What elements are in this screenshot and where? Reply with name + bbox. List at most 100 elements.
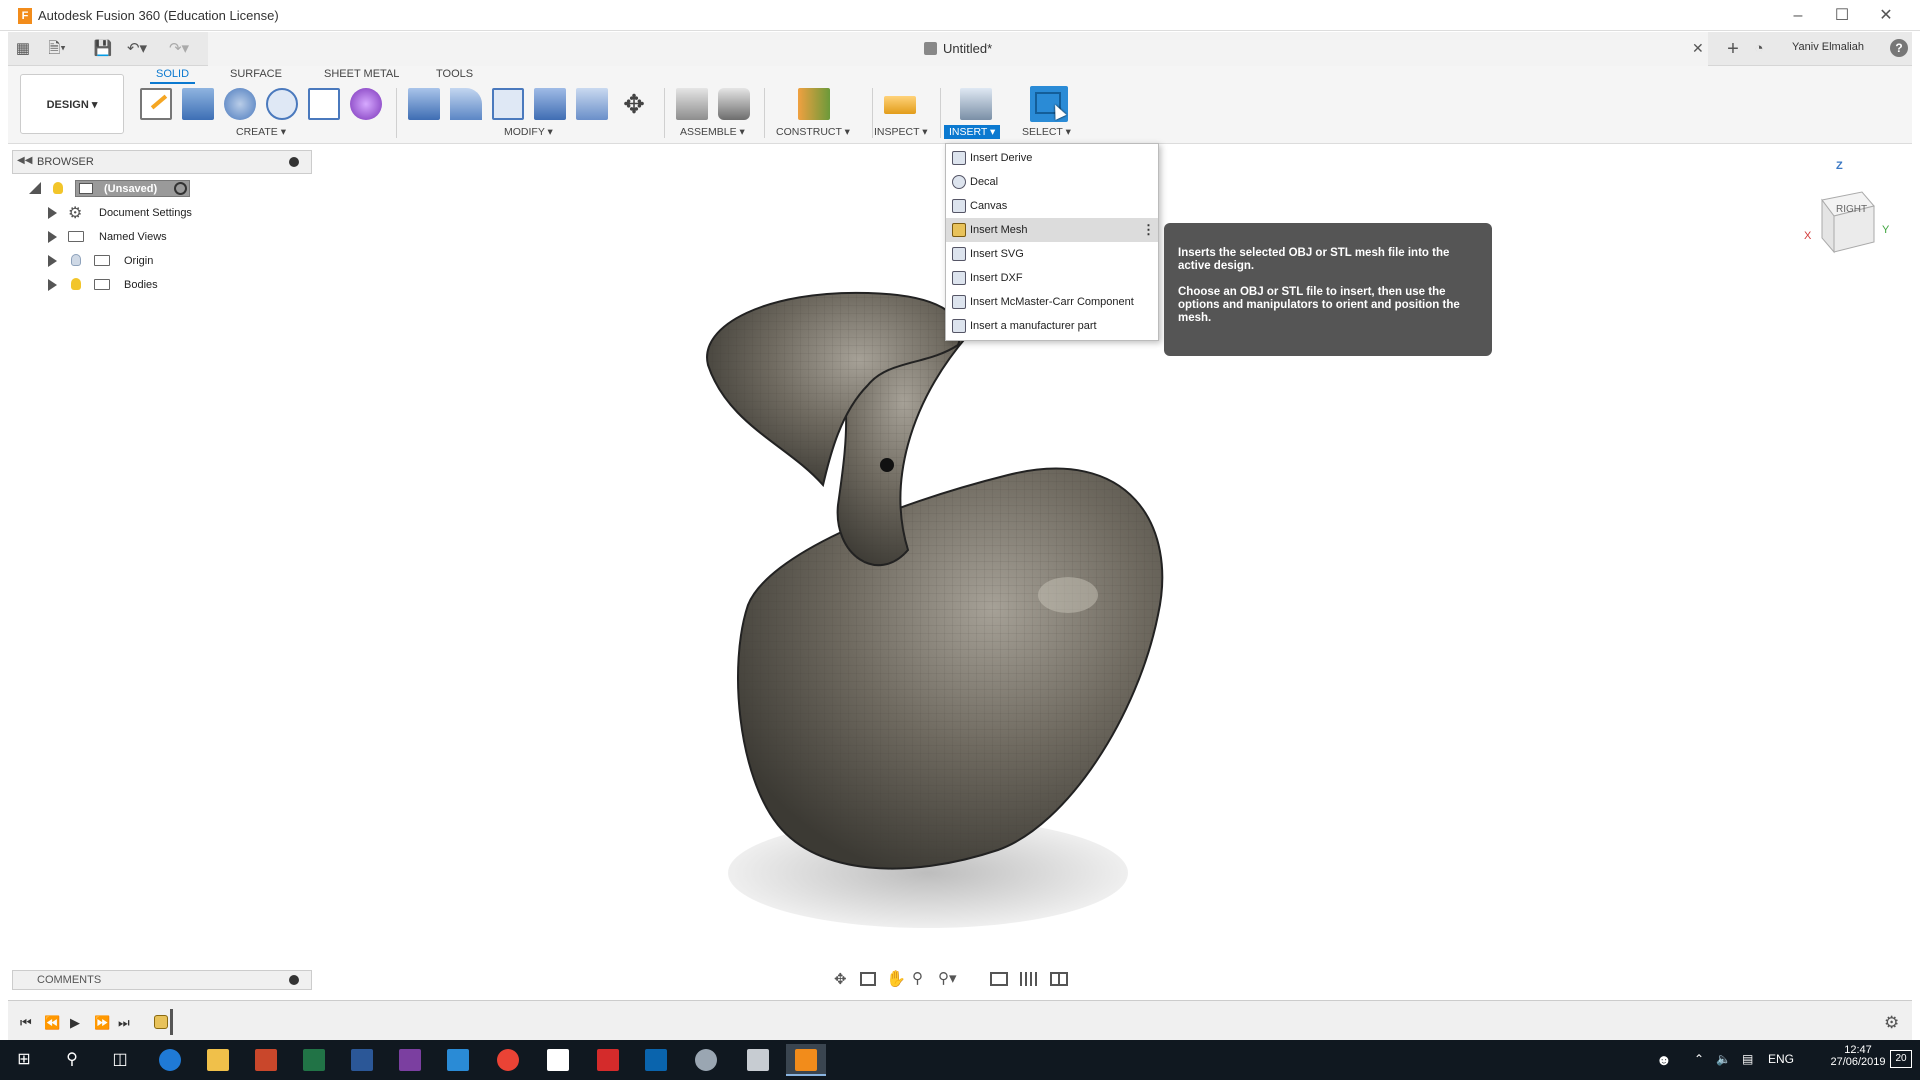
expand-triangle-icon[interactable]	[48, 207, 57, 219]
browser-panel-header[interactable]: ◀◀ BROWSER	[12, 150, 312, 174]
orbit-icon[interactable]: ✥	[834, 970, 847, 988]
hole-icon[interactable]	[266, 88, 298, 120]
more-options-icon[interactable]: ⋮	[1142, 222, 1155, 238]
file-explorer-icon[interactable]	[198, 1044, 238, 1076]
grid-icon[interactable]	[1020, 972, 1038, 986]
save-icon[interactable]: 💾	[92, 38, 114, 60]
visibility-bulb-icon[interactable]	[71, 278, 81, 290]
display-settings-icon[interactable]	[990, 972, 1008, 986]
fillet-icon[interactable]	[450, 88, 482, 120]
form-icon[interactable]	[350, 88, 382, 120]
look-at-icon[interactable]	[860, 972, 876, 986]
insert-image-icon[interactable]	[960, 88, 992, 120]
activate-radio-icon[interactable]	[174, 182, 187, 195]
viewcube-face-label[interactable]: RIGHT	[1836, 204, 1867, 215]
network-icon[interactable]: ▤	[1742, 1052, 1753, 1066]
view-cube[interactable]: RIGHT Z X Y	[1804, 160, 1889, 254]
create-menu[interactable]: CREATE ▾	[236, 126, 286, 138]
file-menu-icon[interactable]: 🗎▾	[46, 38, 68, 60]
acrobat-icon[interactable]	[588, 1044, 628, 1076]
create-sketch-icon[interactable]	[140, 88, 172, 120]
redo-icon[interactable]: ↷▾	[168, 38, 190, 60]
word-icon[interactable]	[342, 1044, 382, 1076]
tab-tools[interactable]: TOOLS	[436, 68, 473, 84]
tab-surface[interactable]: SURFACE	[230, 68, 282, 84]
pan-hand-icon[interactable]: ✋	[886, 969, 906, 989]
edge-browser-icon[interactable]	[150, 1044, 190, 1076]
timeline-marker[interactable]	[170, 1009, 173, 1035]
pattern-icon[interactable]	[308, 88, 340, 120]
close-icon[interactable]: ✕	[1866, 4, 1906, 28]
menu-item-insert-mcmaster-carr[interactable]: Insert McMaster-Carr Component	[946, 290, 1158, 314]
powerpoint-icon[interactable]	[246, 1044, 286, 1076]
tree-item-document-settings[interactable]: ⚙ Document Settings	[12, 201, 312, 225]
clock[interactable]: 12:47 27/06/2019	[1828, 1044, 1888, 1068]
new-tab-plus-icon[interactable]: +	[1722, 38, 1744, 60]
timeline-mesh-feature-icon[interactable]	[154, 1015, 168, 1029]
tree-root[interactable]: (Unsaved)	[12, 177, 312, 201]
data-panel-grid-icon[interactable]: ▦	[12, 38, 34, 60]
play-icon[interactable]: ▶	[70, 1015, 80, 1031]
document-tab[interactable]: Untitled* ✕	[208, 32, 1708, 66]
snipping-tool-icon[interactable]	[438, 1044, 478, 1076]
maximize-icon[interactable]: ☐	[1822, 4, 1862, 28]
select-menu[interactable]: SELECT ▾	[1022, 126, 1071, 138]
menu-item-insert-mesh[interactable]: Insert Mesh ⋮	[946, 218, 1158, 242]
construct-menu[interactable]: CONSTRUCT ▾	[776, 126, 850, 138]
tree-item-bodies[interactable]: Bodies	[12, 273, 312, 297]
extrude-icon[interactable]	[182, 88, 214, 120]
chrome-icon[interactable]	[488, 1044, 528, 1076]
move-copy-icon[interactable]: ✥	[618, 88, 650, 120]
tab-sheet-metal[interactable]: SHEET METAL	[324, 68, 399, 84]
close-tab-icon[interactable]: ✕	[1692, 40, 1704, 57]
timeline-settings-gear-icon[interactable]: ⚙	[1884, 1013, 1899, 1033]
help-icon[interactable]: ?	[1890, 39, 1908, 57]
browser-pin-icon[interactable]	[289, 157, 299, 167]
visibility-bulb-icon[interactable]	[53, 182, 63, 194]
expand-triangle-icon[interactable]	[48, 231, 57, 243]
shell-icon[interactable]	[492, 88, 524, 120]
search-icon[interactable]: ⚲	[52, 1044, 92, 1076]
new-component-icon[interactable]	[676, 88, 708, 120]
add-comment-icon[interactable]	[289, 975, 299, 985]
onenote-icon[interactable]	[390, 1044, 430, 1076]
excel-icon[interactable]	[294, 1044, 334, 1076]
menu-item-insert-svg[interactable]: Insert SVG	[946, 242, 1158, 266]
collapse-browser-icon[interactable]: ◀◀	[17, 155, 32, 166]
people-icon[interactable]: ☻	[1656, 1052, 1672, 1069]
revolve-icon[interactable]	[224, 88, 256, 120]
fusion-360-launcher-icon[interactable]	[686, 1044, 726, 1076]
modify-menu[interactable]: MODIFY ▾	[504, 126, 553, 138]
visibility-bulb-off-icon[interactable]	[71, 254, 81, 266]
app-icon[interactable]	[738, 1044, 778, 1076]
press-pull-icon[interactable]	[408, 88, 440, 120]
workspace-switcher-button[interactable]: DESIGN ▾	[20, 74, 124, 134]
tab-solid[interactable]: SOLID	[150, 68, 196, 84]
user-name[interactable]: Yaniv Elmaliah	[1792, 41, 1864, 53]
menu-item-insert-manufacturer-part[interactable]: Insert a manufacturer part	[946, 314, 1158, 338]
unsaved-document-item[interactable]: (Unsaved)	[75, 180, 190, 197]
measure-icon[interactable]	[884, 96, 916, 114]
menu-item-insert-derive[interactable]: Insert Derive	[946, 146, 1158, 170]
zoom-icon[interactable]: ⚲	[912, 969, 923, 987]
menu-item-canvas[interactable]: Canvas	[946, 194, 1158, 218]
expand-triangle-icon[interactable]	[48, 279, 57, 291]
combine-icon[interactable]	[534, 88, 566, 120]
undo-icon[interactable]: ↶▾	[126, 38, 148, 60]
last-step-icon[interactable]: ⏭	[118, 1015, 130, 1031]
task-view-icon[interactable]: ◫	[100, 1044, 140, 1076]
notifications-badge[interactable]: 20	[1890, 1050, 1912, 1068]
fit-icon[interactable]: ⚲▾	[938, 969, 957, 987]
menu-item-insert-dxf[interactable]: Insert DXF	[946, 266, 1158, 290]
volume-icon[interactable]: 🔈	[1716, 1052, 1731, 1066]
split-body-icon[interactable]	[576, 88, 608, 120]
viewports-icon[interactable]	[1050, 972, 1068, 986]
next-step-icon[interactable]: ⏩	[94, 1015, 110, 1031]
photos-icon[interactable]	[538, 1044, 578, 1076]
insert-menu-button[interactable]: INSERT ▾	[944, 125, 1001, 139]
expanded-triangle-icon[interactable]	[29, 182, 41, 194]
fusion-360-taskbar-icon[interactable]	[786, 1044, 826, 1076]
assemble-menu[interactable]: ASSEMBLE ▾	[680, 126, 745, 138]
first-step-icon[interactable]: ⏮	[20, 1015, 32, 1031]
menu-item-decal[interactable]: Decal	[946, 170, 1158, 194]
